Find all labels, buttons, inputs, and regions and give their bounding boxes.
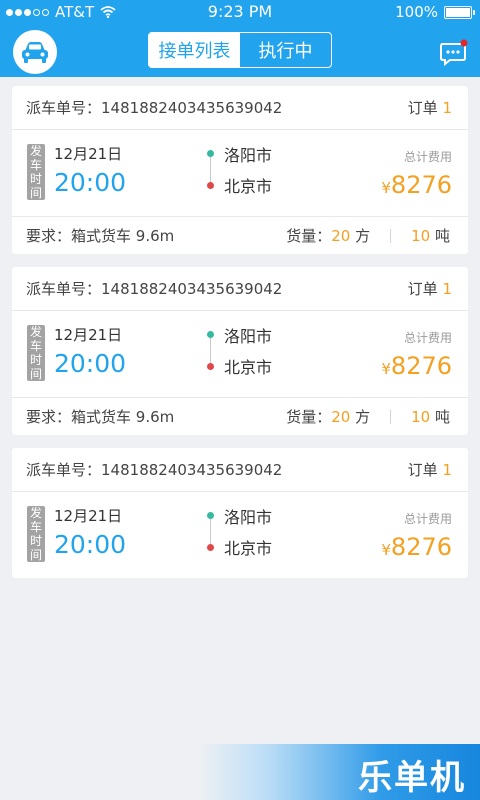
order-card[interactable]: 派车单号：1481882403435639042 订单 1 发车时间 12月21… bbox=[12, 448, 468, 578]
destination-city: 北京市 bbox=[224, 358, 273, 377]
origin-city: 洛阳市 bbox=[224, 146, 273, 165]
total-fee-label: 总计费用 bbox=[403, 512, 452, 526]
message-icon bbox=[440, 39, 468, 67]
total-fee: ¥8276 bbox=[381, 533, 452, 561]
battery-area: 100% bbox=[395, 3, 475, 21]
depart-date: 12月21日 bbox=[54, 326, 123, 344]
depart-time-tag: 发车时间 bbox=[27, 506, 45, 562]
route-line bbox=[210, 154, 211, 185]
card-body: 发车时间 12月21日 20:00 洛阳市 北京市 总计费用 ¥8276 bbox=[12, 311, 468, 397]
card-footer: 要求：箱式货车 9.6m 货量：20 方 10 吨 bbox=[12, 216, 468, 254]
route-line bbox=[210, 516, 211, 547]
destination-city: 北京市 bbox=[224, 177, 273, 196]
depart-time: 20:00 bbox=[54, 168, 127, 197]
destination-city: 北京市 bbox=[224, 539, 273, 558]
origin-dot-icon bbox=[207, 331, 214, 338]
nav-bar: 接单列表 执行中 bbox=[0, 24, 480, 77]
depart-time-tag: 发车时间 bbox=[27, 325, 45, 381]
cargo-volume: 货量：20 方 bbox=[286, 408, 371, 426]
total-fee-label: 总计费用 bbox=[403, 150, 452, 164]
destination-dot-icon bbox=[207, 363, 214, 370]
watermark-logo: 乐单机 bbox=[358, 758, 466, 798]
order-card[interactable]: 派车单号：1481882403435639042 订单 1 发车时间 12月21… bbox=[12, 86, 468, 254]
divider bbox=[390, 409, 392, 424]
order-count: 订单 1 bbox=[407, 461, 452, 479]
route-line bbox=[210, 335, 211, 366]
order-card[interactable]: 派车单号：1481882403435639042 订单 1 发车时间 12月21… bbox=[12, 267, 468, 435]
battery-icon bbox=[444, 5, 475, 19]
origin-dot-icon bbox=[207, 512, 214, 519]
total-fee: ¥8276 bbox=[381, 352, 452, 380]
cargo-info: 货量：20 方 10 吨 bbox=[286, 225, 450, 246]
unread-badge bbox=[460, 39, 468, 47]
tab-switcher: 接单列表 执行中 bbox=[148, 32, 332, 68]
vehicle-requirement: 要求：箱式货车 9.6m bbox=[26, 408, 175, 426]
depart-date: 12月21日 bbox=[54, 145, 123, 163]
messages-button[interactable] bbox=[438, 38, 468, 68]
cargo-weight: 10 吨 bbox=[411, 408, 450, 426]
card-header: 派车单号：1481882403435639042 订单 1 bbox=[12, 86, 468, 130]
depart-time-tag: 发车时间 bbox=[27, 144, 45, 200]
depart-date: 12月21日 bbox=[54, 507, 123, 525]
depart-time: 20:00 bbox=[54, 349, 127, 378]
battery-percent: 100% bbox=[395, 3, 438, 21]
cargo-info: 货量：20 方 10 吨 bbox=[286, 406, 450, 427]
card-body: 发车时间 12月21日 20:00 洛阳市 北京市 总计费用 ¥8276 bbox=[12, 492, 468, 578]
car-icon bbox=[22, 42, 48, 63]
total-fee-label: 总计费用 bbox=[403, 331, 452, 345]
depart-time: 20:00 bbox=[54, 530, 127, 559]
vehicle-requirement: 要求：箱式货车 9.6m bbox=[26, 227, 175, 245]
card-header: 派车单号：1481882403435639042 订单 1 bbox=[12, 448, 468, 492]
order-count: 订单 1 bbox=[407, 99, 452, 117]
cargo-weight: 10 吨 bbox=[411, 227, 450, 245]
card-header: 派车单号：1481882403435639042 订单 1 bbox=[12, 267, 468, 311]
origin-dot-icon bbox=[207, 150, 214, 157]
cargo-volume: 货量：20 方 bbox=[286, 227, 371, 245]
watermark-banner: 乐单机 bbox=[200, 744, 480, 800]
card-footer: 要求：箱式货车 9.6m 货量：20 方 10 吨 bbox=[12, 397, 468, 435]
dispatch-number: 派车单号：1481882403435639042 bbox=[26, 99, 283, 117]
destination-dot-icon bbox=[207, 182, 214, 189]
order-count: 订单 1 bbox=[407, 280, 452, 298]
card-body: 发车时间 12月21日 20:00 洛阳市 北京市 总计费用 ¥8276 bbox=[12, 130, 468, 216]
tab-in-progress[interactable]: 执行中 bbox=[240, 33, 331, 67]
status-bar: AT&T 9:23 PM 100% bbox=[0, 0, 480, 24]
tab-order-list[interactable]: 接单列表 bbox=[149, 33, 240, 67]
total-fee: ¥8276 bbox=[381, 171, 452, 199]
origin-city: 洛阳市 bbox=[224, 508, 273, 527]
dispatch-number: 派车单号：1481882403435639042 bbox=[26, 461, 283, 479]
divider bbox=[390, 228, 392, 243]
origin-city: 洛阳市 bbox=[224, 327, 273, 346]
vehicle-button[interactable] bbox=[13, 30, 57, 74]
destination-dot-icon bbox=[207, 544, 214, 551]
dispatch-number: 派车单号：1481882403435639042 bbox=[26, 280, 283, 298]
